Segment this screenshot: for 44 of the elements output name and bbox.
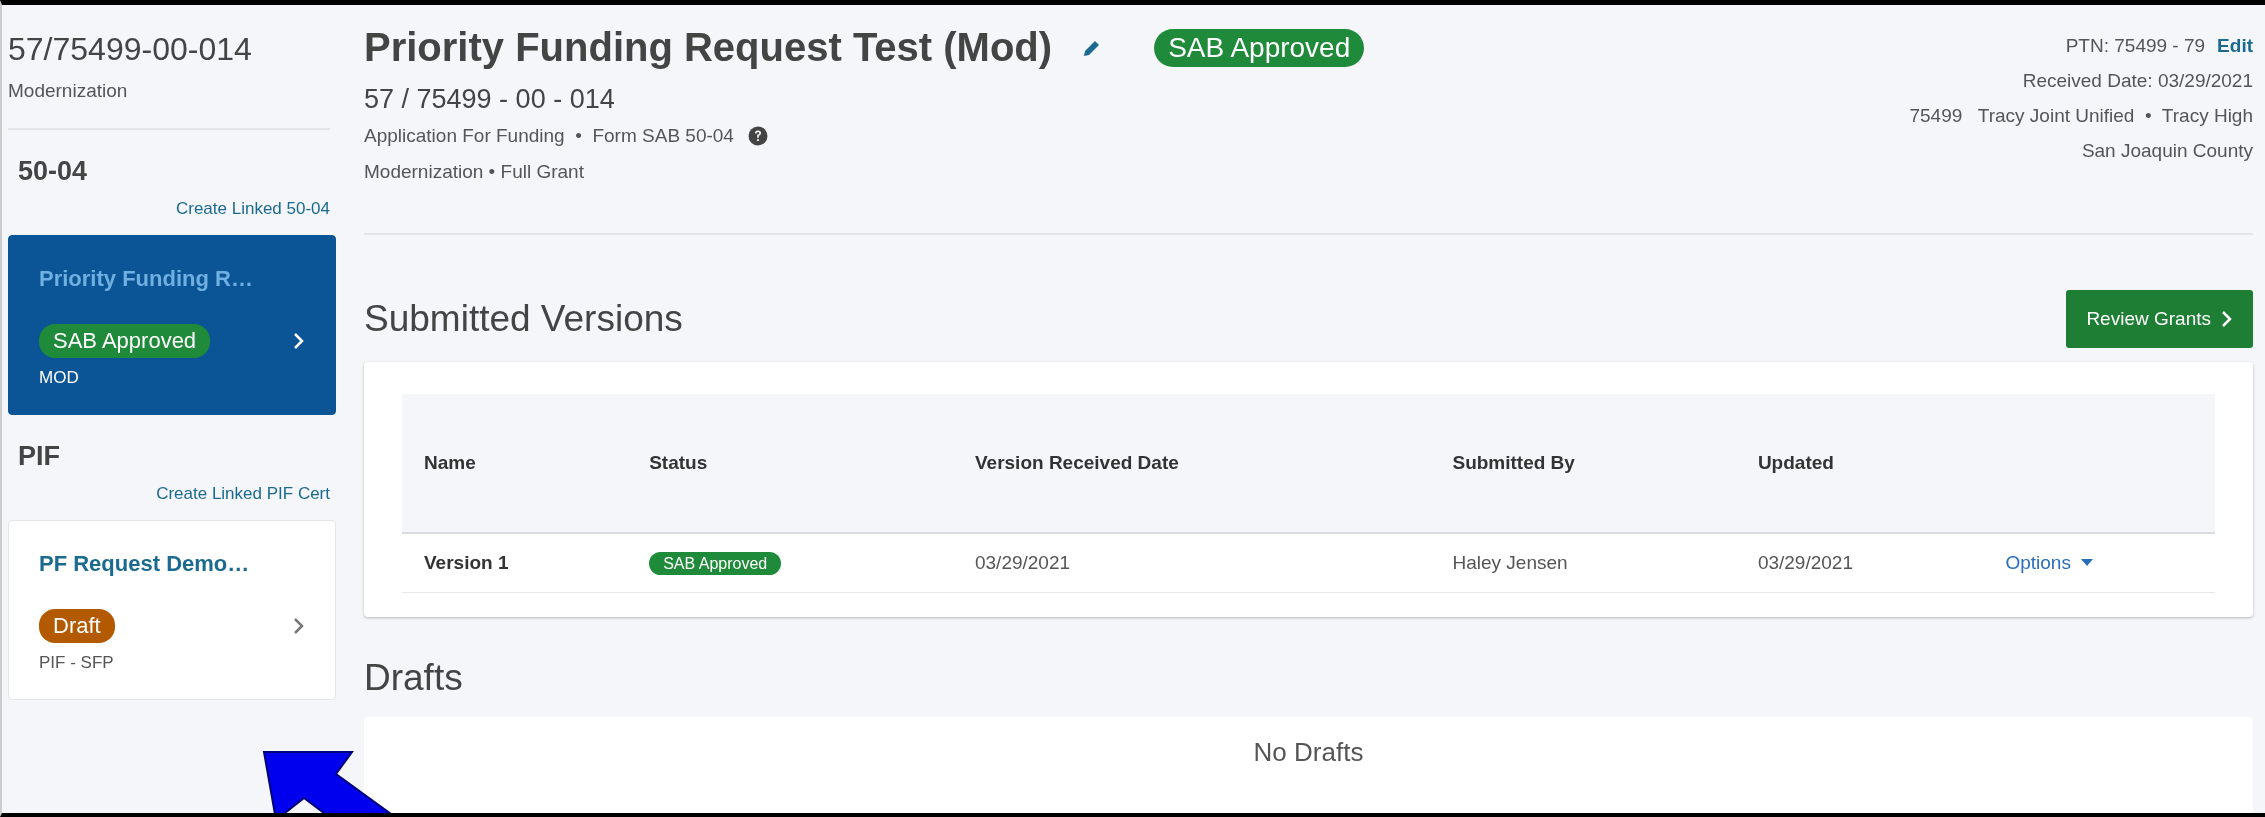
help-icon[interactable] — [747, 126, 768, 146]
application-card[interactable]: Priority Funding R… SAB Approved MOD — [8, 235, 336, 415]
received-date: Received Date: 03/29/2021 — [2022, 70, 2253, 92]
district-school: 75499 Tracy Joint Unified • Tracy High — [1909, 105, 2253, 127]
application-number: 57/75499-00-014 — [8, 31, 253, 68]
chevron-right-icon — [293, 332, 305, 350]
table-cell: 03/29/2021 — [1735, 533, 1984, 593]
county-name: San Joaquin County — [2081, 140, 2253, 162]
form-type: Application For Funding • Form SAB 50-04 — [364, 125, 734, 147]
card-title: PF Request Demo… — [39, 551, 251, 577]
column-header: Status — [627, 394, 953, 533]
column-header: Submitted By — [1430, 394, 1736, 533]
program-type: Modernization • Full Grant — [364, 161, 585, 183]
column-header: Updated — [1735, 394, 1984, 533]
table-cell: 03/29/2021 — [952, 533, 1431, 593]
chevron-right-icon — [293, 617, 305, 635]
card-title: Priority Funding R… — [39, 266, 254, 292]
options-dropdown[interactable]: Options — [2005, 552, 2093, 574]
status-tag: Draft — [39, 609, 115, 643]
section-title: Drafts — [364, 657, 464, 699]
table-cell: Haley Jensen — [1430, 533, 1736, 593]
card-code: MOD — [39, 368, 80, 388]
chevron-right-icon — [2221, 310, 2233, 328]
column-header: Version Received Date — [952, 394, 1431, 533]
application-type: Modernization — [8, 80, 129, 102]
create-linked-link[interactable]: Create Linked PIF Cert — [156, 484, 330, 504]
section-title: Submitted Versions — [364, 298, 683, 340]
project-number: 57 / 75499 - 00 - 014 — [364, 84, 616, 115]
status-tag: SAB Approved — [39, 324, 211, 358]
status-tag: SAB Approved — [649, 552, 782, 575]
section-heading: 50-04 — [18, 156, 89, 187]
table-cell: Version 1 — [402, 533, 628, 593]
application-card[interactable]: PF Request Demo… Draft PIF - SFP — [8, 520, 336, 700]
create-linked-link[interactable]: Create Linked 50-04 — [175, 199, 330, 219]
empty-message: No Drafts — [1253, 737, 1364, 767]
card-code: PIF - SFP — [39, 653, 115, 673]
caret-icon — [2080, 559, 2093, 567]
status-tag: SAB Approved — [1154, 28, 1365, 67]
column-header: Name — [402, 394, 628, 533]
edit-link[interactable]: Edit — [2217, 35, 2253, 57]
section-heading: PIF — [18, 441, 61, 472]
review-grants-button[interactable]: Review Grants — [2066, 290, 2253, 348]
page-title: Priority Funding Request Test (Mod) — [364, 25, 1053, 70]
ptn-number: PTN: 75499 - 79 — [2065, 35, 2206, 57]
